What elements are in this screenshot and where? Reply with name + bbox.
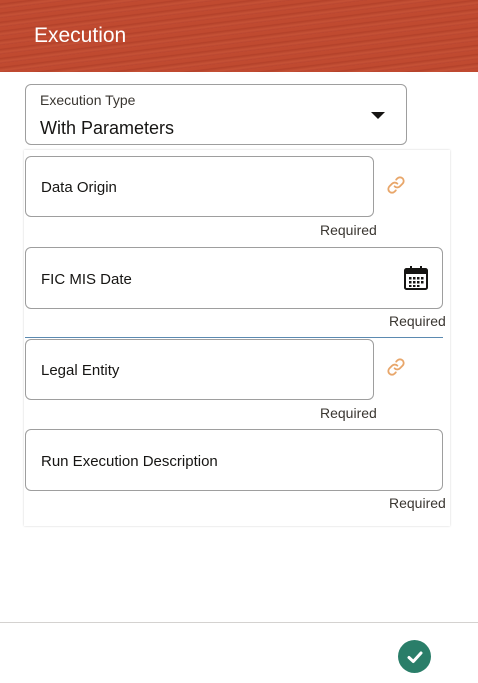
required-text: Required: [389, 313, 446, 329]
link-icon[interactable]: [385, 174, 407, 196]
run-execution-description-field[interactable]: Run Execution Description: [25, 429, 443, 491]
run-execution-description-label: Run Execution Description: [41, 453, 218, 470]
required-text: Required: [389, 495, 446, 511]
data-origin-label: Data Origin: [41, 179, 117, 196]
link-icon[interactable]: [385, 356, 407, 378]
execution-type-value: With Parameters: [40, 118, 175, 138]
fic-mis-date-field[interactable]: FIC MIS Date: [25, 247, 443, 309]
legal-entity-label: Legal Entity: [41, 362, 120, 379]
data-origin-field[interactable]: Data Origin: [25, 156, 374, 217]
check-icon: [407, 651, 422, 663]
calendar-icon[interactable]: [402, 264, 430, 292]
page-header: Execution: [0, 0, 478, 72]
execution-type-select[interactable]: Execution Type With Parameters: [25, 84, 407, 145]
fic-mis-date-label: FIC MIS Date: [41, 271, 132, 288]
caret-down-icon[interactable]: [371, 112, 385, 119]
execution-type-label: Execution Type: [40, 92, 136, 108]
submit-button[interactable]: [398, 640, 431, 673]
section-divider: [25, 337, 443, 338]
footer-divider: [0, 622, 478, 623]
legal-entity-field[interactable]: Legal Entity: [25, 339, 374, 400]
required-text: Required: [320, 405, 377, 421]
required-text: Required: [320, 222, 377, 238]
page-title: Execution: [34, 24, 127, 47]
